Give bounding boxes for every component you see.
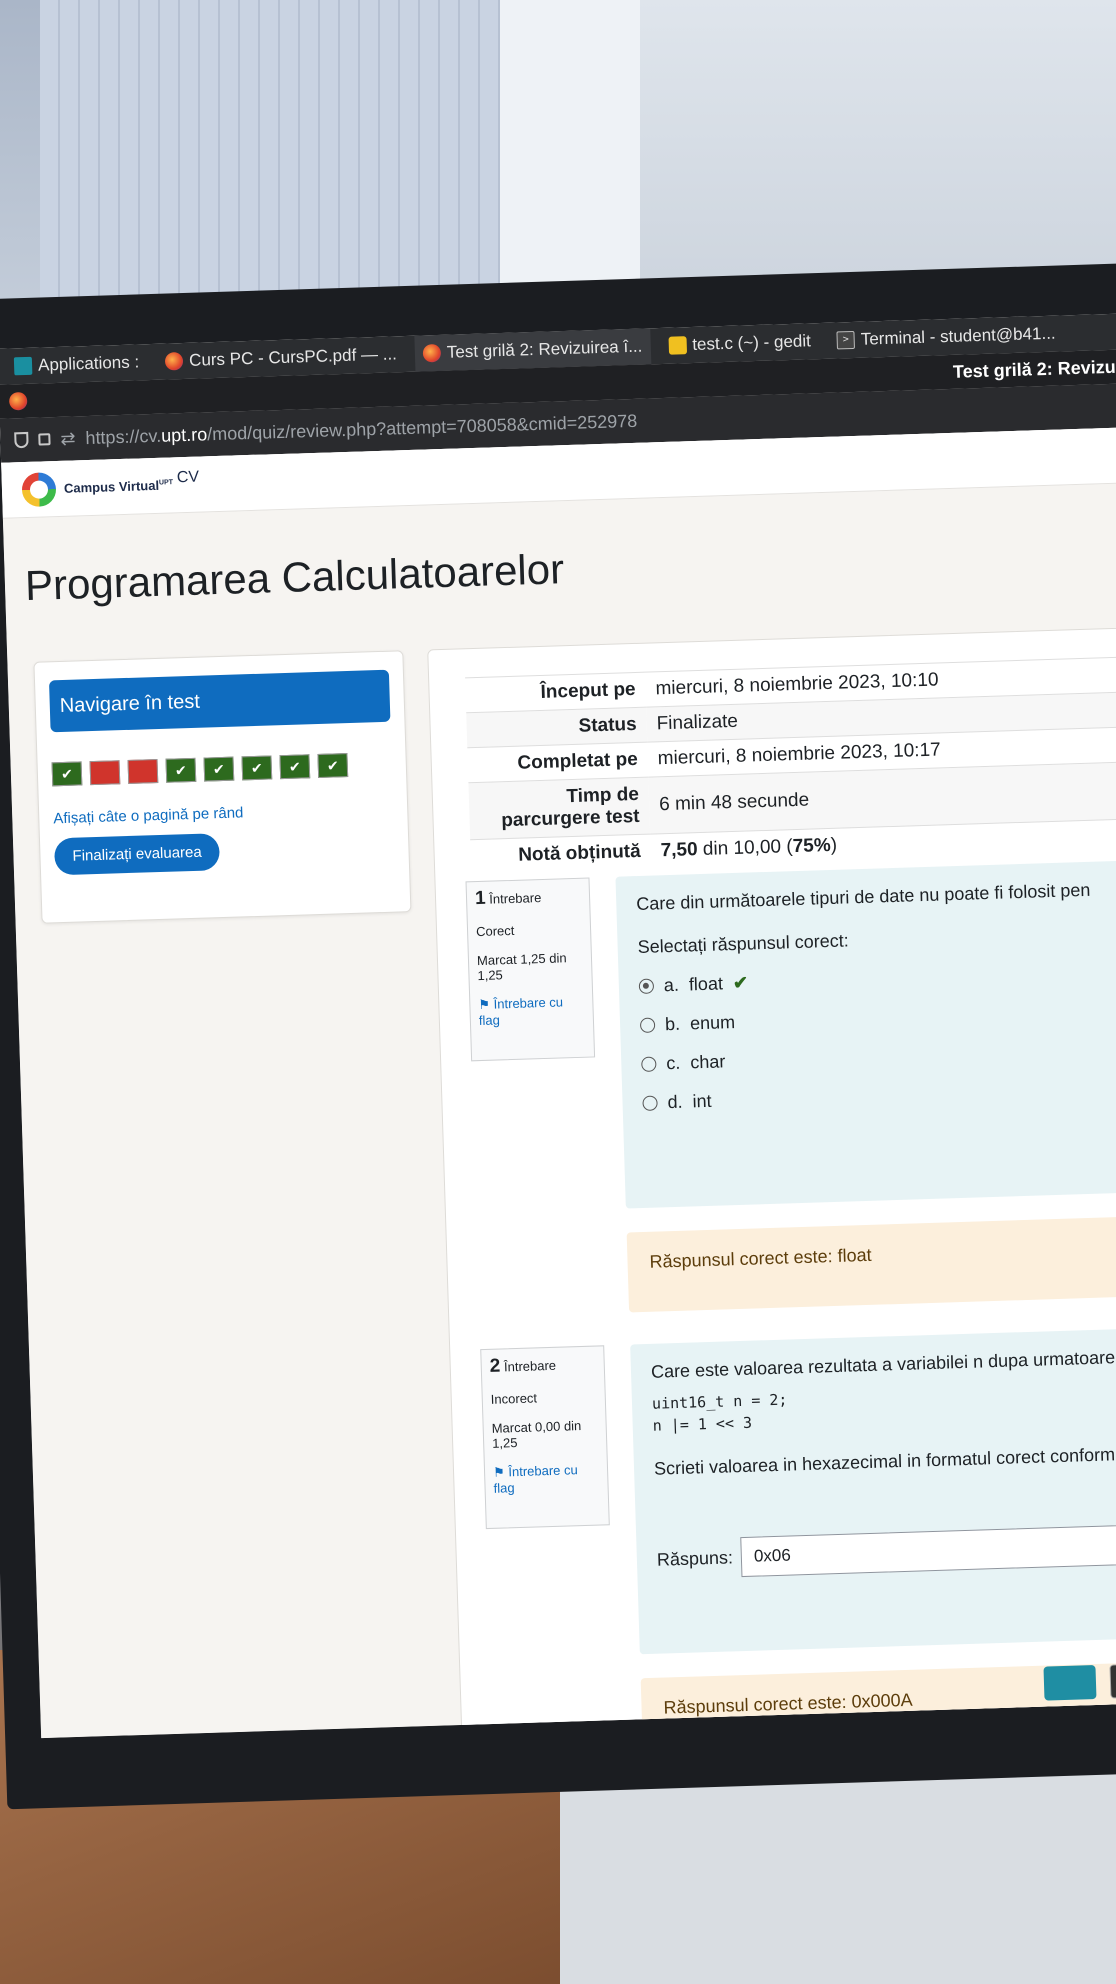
question-nav-button[interactable]: ✔ <box>51 761 83 787</box>
option-text: enum <box>689 1012 736 1034</box>
radio-button[interactable] <box>641 1056 657 1072</box>
question-nav-button[interactable] <box>127 759 159 784</box>
code-snippet: uint16_t n = 2; n |= 1 << 3 <box>651 1390 788 1435</box>
question-state: Corect <box>475 922 515 940</box>
task-label: Terminal - student@b41... <box>860 323 1056 349</box>
question-mark: Marcat 1,25 din 1,25 <box>476 950 567 984</box>
url-path: /mod/quiz/review.php?attempt=708058&cmid… <box>206 410 638 444</box>
dock-item-terminal[interactable] <box>1109 1662 1116 1699</box>
question-mark: Marcat 0,00 din 1,25 <box>491 1418 582 1451</box>
question-number: 2 <box>489 1355 501 1377</box>
option-letter: d. <box>667 1091 683 1113</box>
option-text: float <box>688 973 724 995</box>
dock-item-files[interactable] <box>1043 1665 1097 1701</box>
monitor: Applications : Curs PC - CursPC.pdf — ..… <box>0 261 1116 1810</box>
dock <box>1033 1655 1116 1707</box>
question-nav-button[interactable]: ✔ <box>203 756 235 782</box>
question-content: Care este valoarea rezultata a variabile… <box>630 1326 1116 1655</box>
course-title: Programarea Calculatoarelor <box>24 545 565 610</box>
campus-logo-icon[interactable] <box>21 471 57 507</box>
moodle-page: Campus VirtualUPT CV Programarea Calcula… <box>1 425 1116 1739</box>
photo-background: Applications : Curs PC - CursPC.pdf — ..… <box>0 0 1116 1984</box>
review-content: Început pe miercuri, 8 noiembrie 2023, 1… <box>427 625 1116 1739</box>
option-text: char <box>690 1051 726 1073</box>
question-content: Care din următoarele tipuri de date nu p… <box>615 858 1116 1209</box>
attempt-summary-table: Început pe miercuri, 8 noiembrie 2023, 1… <box>465 655 1116 875</box>
question-info: 2 Întrebare Incorect Marcat 0,00 din 1,2… <box>480 1345 610 1530</box>
one-page-link[interactable]: Afișați câte o pagină pe rând <box>53 804 244 827</box>
question-nav-button[interactable]: ✔ <box>317 753 349 778</box>
answer-row: Răspuns: 0x06 <box>656 1523 1116 1580</box>
url-text[interactable]: https://cv.upt.ro/mod/quiz/review.php?at… <box>85 410 637 448</box>
firefox-icon <box>164 352 184 371</box>
lock-icon[interactable] <box>38 433 51 446</box>
quiz-navigation-title: Navigare în test <box>48 669 391 733</box>
question-number: 1 <box>474 887 486 910</box>
gedit-icon <box>668 336 687 355</box>
answer-prompt: Selectați răspunsul corect: <box>637 930 849 958</box>
logo-cv: CV <box>176 468 200 486</box>
option-letter: c. <box>666 1052 681 1074</box>
answer-option[interactable]: c. char <box>641 1037 1116 1075</box>
correct-answer-feedback: Răspunsul corect este: float <box>626 1214 1116 1313</box>
url-scheme: https://cv. <box>85 425 162 448</box>
question-info: 1 Întrebare Corect Marcat 1,25 din 1,25 … <box>465 877 596 1062</box>
quiz-navigation-block: Navigare în test ✔ ✔ ✔ ✔ ✔ ✔ Afișați câte o p… <box>33 650 412 924</box>
firefox-icon <box>422 343 442 363</box>
radio-button[interactable] <box>642 1095 658 1111</box>
screen: Applications : Curs PC - CursPC.pdf — ..… <box>0 311 1116 1739</box>
option-letter: a. <box>663 974 680 996</box>
question-grid: ✔ ✔ ✔ ✔ ✔ ✔ <box>51 753 349 787</box>
check-icon: ✔ <box>732 972 749 994</box>
option-text: int <box>692 1090 712 1112</box>
summary-label: Completat pe <box>517 748 639 774</box>
radio-button[interactable] <box>639 1017 656 1033</box>
question-word: Întrebare <box>489 890 542 907</box>
summary-label: Notă obținută <box>517 840 641 866</box>
window-title: Test grilă 2: Revizuirea în <box>952 355 1116 382</box>
task-gedit[interactable]: test.c (~) - gedit <box>660 323 820 364</box>
finish-review-button[interactable]: Finalizați evaluarea <box>53 833 221 876</box>
question-state: Incorect <box>490 1390 538 1407</box>
task-applications[interactable]: Applications : <box>6 344 148 384</box>
question-text: Care din următoarele tipuri de date nu p… <box>635 879 1091 915</box>
question-nav-button[interactable]: ✔ <box>279 754 311 780</box>
answer-label: Răspuns: <box>656 1546 734 1570</box>
answer-input[interactable]: 0x06 <box>740 1523 1116 1578</box>
question-text: Care este valoarea rezultata a variabile… <box>650 1346 1116 1382</box>
task-label: test.c (~) - gedit <box>691 331 812 355</box>
option-letter: b. <box>664 1013 681 1035</box>
logo-sup: UPT <box>158 479 174 487</box>
question-instruction: Scrieti valoarea in hexazecimal in forma… <box>653 1443 1116 1479</box>
answer-options: a. float ✔ b. enum c. char d. int <box>638 959 1116 1114</box>
question-nav-button[interactable]: ✔ <box>165 757 197 783</box>
permissions-icon[interactable]: ⇄ <box>60 428 76 449</box>
question-nav-button[interactable]: ✔ <box>241 755 273 781</box>
flag-question-link[interactable]: ⚑ Întrebare cu flag <box>493 1462 600 1496</box>
task-label: Test grilă 2: Revizuirea î... <box>446 336 643 362</box>
summary-label: Început pe <box>540 678 636 703</box>
answer-option[interactable]: b. enum <box>639 998 1116 1036</box>
shield-icon[interactable] <box>14 431 29 449</box>
radio-button[interactable] <box>638 978 655 995</box>
logo-text[interactable]: Campus VirtualUPT <box>64 477 174 496</box>
firefox-icon[interactable] <box>8 391 28 411</box>
answer-option[interactable]: a. float ✔ <box>638 959 1116 997</box>
task-label: Applications : <box>37 352 140 375</box>
summary-label: Status <box>578 713 637 737</box>
apps-icon <box>13 356 33 376</box>
summary-label: Timp de parcurgere test <box>500 783 640 832</box>
terminal-icon: > <box>836 330 856 350</box>
question-nav-button[interactable] <box>89 760 121 786</box>
answer-option[interactable]: d. int <box>642 1076 1116 1114</box>
url-host: upt.ro <box>160 423 208 446</box>
question-word: Întrebare <box>503 1357 557 1375</box>
task-label: Curs PC - CursPC.pdf — ... <box>188 344 398 370</box>
flag-question-link[interactable]: ⚑ Întrebare cu flag <box>478 994 585 1028</box>
